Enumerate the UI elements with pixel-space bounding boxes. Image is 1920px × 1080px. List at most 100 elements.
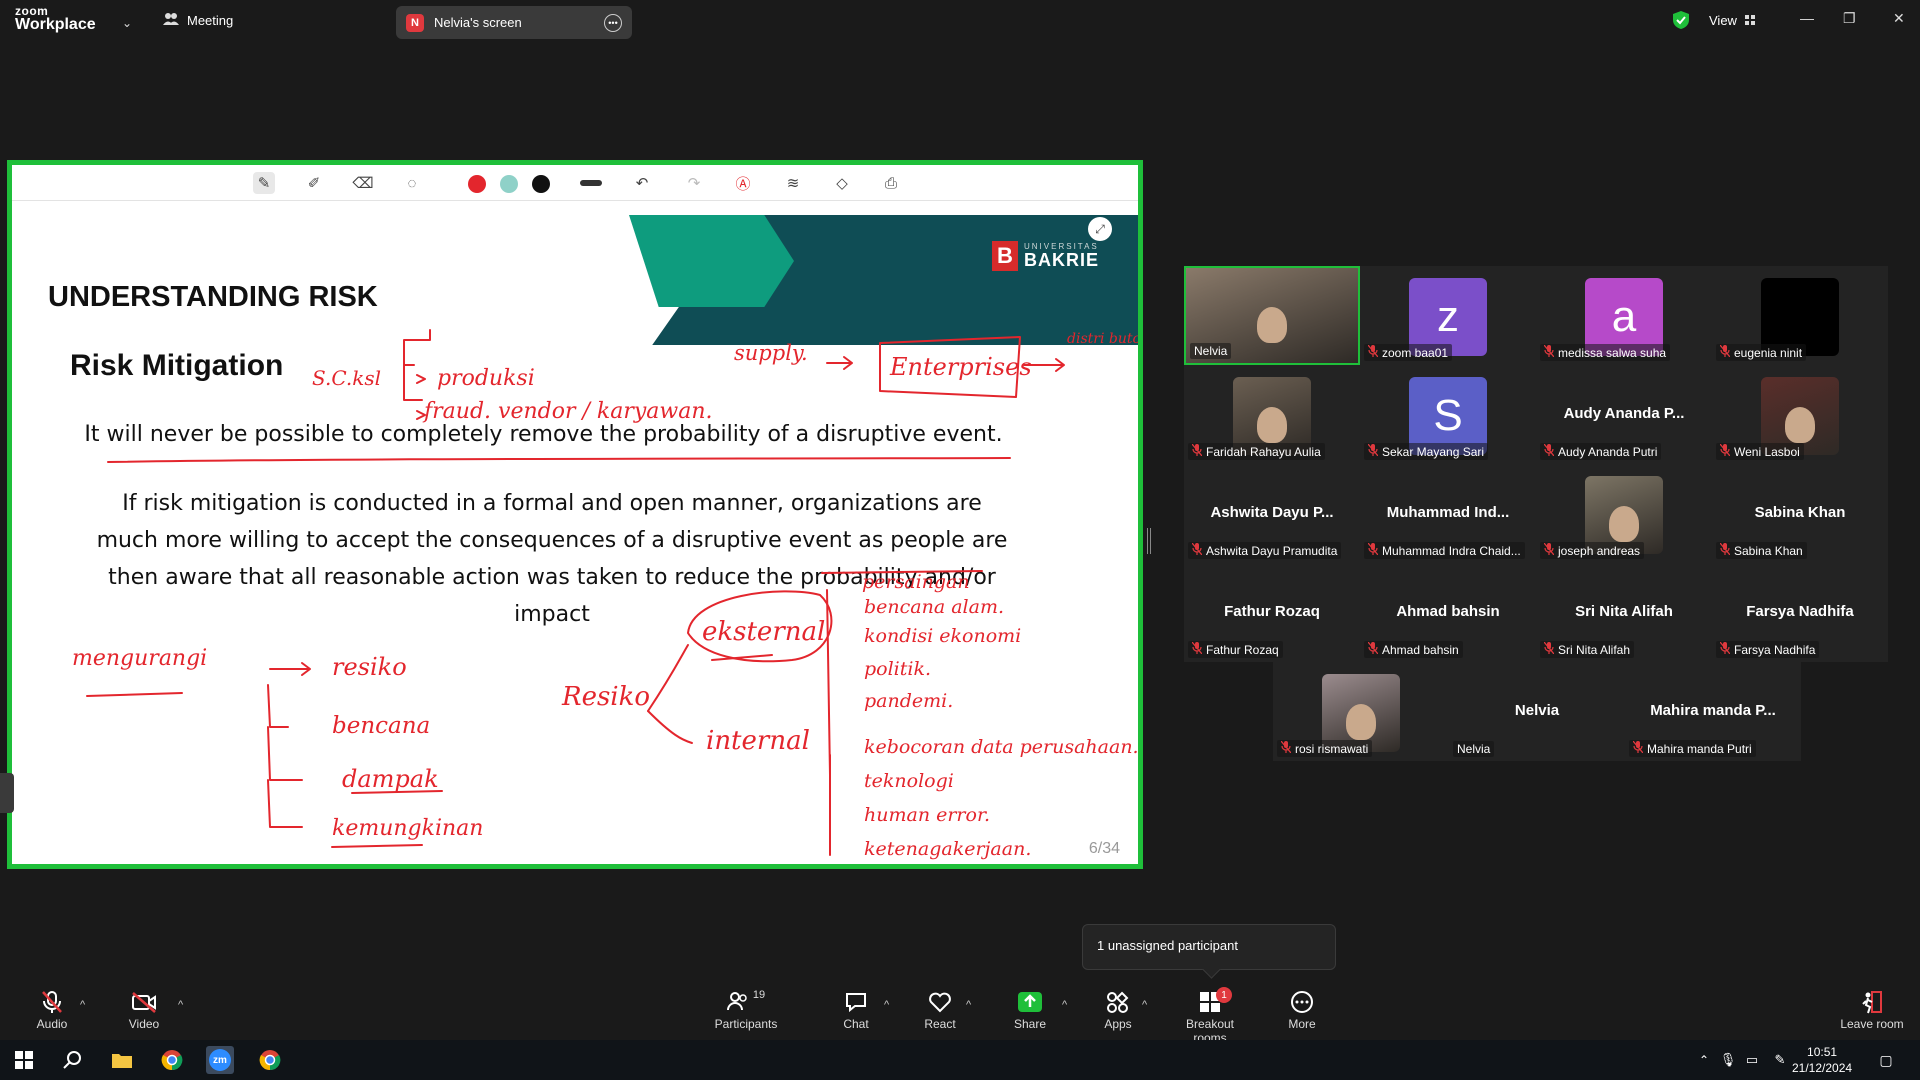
participant-name-tag: Fathur Rozaq <box>1188 641 1283 658</box>
participant-tile[interactable]: eugenia ninit <box>1712 266 1888 365</box>
participant-name: Muhammad Indra Chaid... <box>1382 543 1521 558</box>
participant-tile[interactable]: Sri Nita Alifah Sri Nita Alifah <box>1536 563 1712 662</box>
share-screen-icon <box>990 989 1070 1015</box>
ink-teknologi: teknologi <box>864 770 954 792</box>
participant-tile[interactable]: S Sekar Mayang Sari <box>1360 365 1536 464</box>
participant-tile[interactable]: Weni Lasboi <box>1712 365 1888 464</box>
notifications-icon[interactable]: ▢ <box>1872 1046 1900 1074</box>
participant-tile[interactable]: Muhammad Ind... Muhammad Indra Chaid... <box>1360 464 1536 563</box>
ink-politik: politik. <box>864 658 931 680</box>
participant-tile[interactable]: Mahira manda P... Mahira manda Putri <box>1625 662 1801 761</box>
mic-muted-icon <box>1543 443 1555 459</box>
meeting-menu[interactable]: Meeting <box>163 12 233 29</box>
meeting-label: Meeting <box>187 13 234 28</box>
video-options-icon[interactable]: ^ <box>178 999 183 1011</box>
mic-muted-icon <box>1367 344 1379 360</box>
slide-paragraph-2: If risk mitigation is conducted in a for… <box>96 491 1008 627</box>
participant-tile[interactable]: Ashwita Dayu P... Ashwita Dayu Pramudita <box>1184 464 1360 563</box>
chrome-icon[interactable] <box>158 1046 186 1074</box>
audio-options-icon[interactable]: ^ <box>80 999 85 1011</box>
participant-tile[interactable]: Audy Ananda P... Audy Ananda Putri <box>1536 365 1712 464</box>
line-width-icon[interactable] <box>580 172 602 194</box>
ink-mengurangi: mengurangi <box>72 646 207 671</box>
university-logo: B UNIVERSITAS BAKRIE <box>992 241 1099 271</box>
lasso-icon[interactable]: ◌ <box>401 172 423 194</box>
participant-tile[interactable]: joseph andreas <box>1536 464 1712 563</box>
clock-date: 21/12/2024 <box>1792 1061 1853 1075</box>
color-black[interactable] <box>532 175 550 193</box>
side-panel-toggle[interactable] <box>0 773 14 813</box>
taskbar-clock[interactable]: 10:51 21/12/2024 <box>1792 1044 1852 1076</box>
participant-tile[interactable]: rosi rismawati <box>1273 662 1449 761</box>
participant-tile[interactable]: Ahmad bahsin Ahmad bahsin <box>1360 563 1536 662</box>
search-icon[interactable] <box>58 1046 86 1074</box>
shared-screen-tab[interactable]: N Nelvia's screen ••• <box>396 6 632 39</box>
highlighter-icon[interactable]: ✐ <box>303 172 325 194</box>
chat-options-icon[interactable]: ^ <box>884 999 889 1011</box>
video-button[interactable]: Video <box>104 989 184 1031</box>
participants-count: 19 <box>752 989 766 1001</box>
split-divider-handle[interactable] <box>1147 528 1151 554</box>
redo-icon[interactable]: ↷ <box>683 172 705 194</box>
color-teal[interactable] <box>500 175 518 193</box>
color-red[interactable] <box>468 175 486 193</box>
ink-sc: S.C.ksl <box>312 366 381 390</box>
format-icon[interactable]: ≋ <box>782 172 804 194</box>
share-button[interactable]: Share <box>990 989 1070 1031</box>
windows-start-icon[interactable] <box>10 1046 38 1074</box>
shield-icon[interactable] <box>1672 10 1690 30</box>
undo-icon[interactable]: ↶ <box>631 172 653 194</box>
pen-icon[interactable]: ✎ <box>253 172 275 194</box>
participant-name: rosi rismawati <box>1295 741 1369 756</box>
participant-name-tag: Nelvia <box>1190 343 1232 359</box>
participant-tile[interactable]: Nelvia <box>1184 266 1360 365</box>
participant-tile[interactable]: a medissa salwa suha <box>1536 266 1712 365</box>
ink-internal: internal <box>706 726 810 756</box>
grid-view-icon <box>1744 13 1755 28</box>
apps-options-icon[interactable]: ^ <box>1142 999 1147 1011</box>
participant-tile[interactable]: Farsya Nadhifa Farsya Nadhifa <box>1712 563 1888 662</box>
minimize-icon[interactable]: — <box>1800 10 1814 26</box>
participants-button[interactable]: 19 Participants <box>706 989 786 1031</box>
avatar-person <box>1346 704 1376 740</box>
chrome-profile-icon[interactable] <box>256 1046 284 1074</box>
participant-name: joseph andreas <box>1558 543 1641 558</box>
restore-icon[interactable]: ❐ <box>1843 10 1856 27</box>
participant-tile[interactable]: Faridah Rahayu Aulia <box>1184 365 1360 464</box>
participant-tile[interactable]: Sabina Khan Sabina Khan <box>1712 464 1888 563</box>
zoom-logo[interactable]: zoom Workplace <box>15 5 96 33</box>
mic-muted-icon <box>1719 641 1731 657</box>
pen-tray-icon[interactable]: ✎ <box>1766 1046 1794 1074</box>
chevron-down-icon[interactable]: ⌄ <box>122 16 132 30</box>
leave-room-button[interactable]: Leave room <box>1830 989 1914 1031</box>
participant-name: zoom baa01 <box>1382 345 1449 360</box>
participant-tile[interactable]: z zoom baa01 <box>1360 266 1536 365</box>
expand-icon[interactable]: ⤢ <box>1088 217 1112 241</box>
more-button[interactable]: More <box>1262 989 1342 1031</box>
participant-name-tag: medissa salwa suha <box>1540 344 1671 361</box>
participant-name-tag: rosi rismawati <box>1277 740 1373 757</box>
zoom-taskbar-icon[interactable]: zm <box>206 1046 234 1074</box>
text-icon[interactable]: Ⓐ <box>732 172 754 194</box>
breakout-rooms-button[interactable]: 1 Breakout rooms <box>1168 987 1252 1045</box>
participant-tile[interactable]: Fathur Rozaq Fathur Rozaq <box>1184 563 1360 662</box>
close-icon[interactable]: ✕ <box>1893 10 1905 27</box>
shapes-icon[interactable]: ◇ <box>831 172 853 194</box>
mic-muted-icon <box>1191 641 1203 657</box>
eraser-icon[interactable]: ⌫ <box>352 172 374 194</box>
file-explorer-icon[interactable] <box>108 1046 136 1074</box>
participant-name-tag: Farsya Nadhifa <box>1716 641 1820 658</box>
view-menu[interactable]: View <box>1709 13 1755 28</box>
mic-muted-icon <box>1719 542 1731 558</box>
save-annotation-icon[interactable]: ⎙ <box>880 172 902 194</box>
mic-muted-icon <box>1719 443 1731 459</box>
logo-big-text: BAKRIE <box>1024 250 1100 270</box>
unassigned-popup[interactable]: 1 unassigned participant <box>1082 924 1336 970</box>
slide-subtitle: Risk Mitigation <box>70 349 284 382</box>
share-options-icon[interactable]: ^ <box>1062 999 1067 1011</box>
react-options-icon[interactable]: ^ <box>966 999 971 1011</box>
slide-hexagon <box>629 215 794 307</box>
participant-tile[interactable]: Nelvia Nelvia <box>1449 662 1625 761</box>
more-options-icon[interactable]: ••• <box>604 13 622 32</box>
network-icon[interactable]: ▭ <box>1738 1046 1766 1074</box>
